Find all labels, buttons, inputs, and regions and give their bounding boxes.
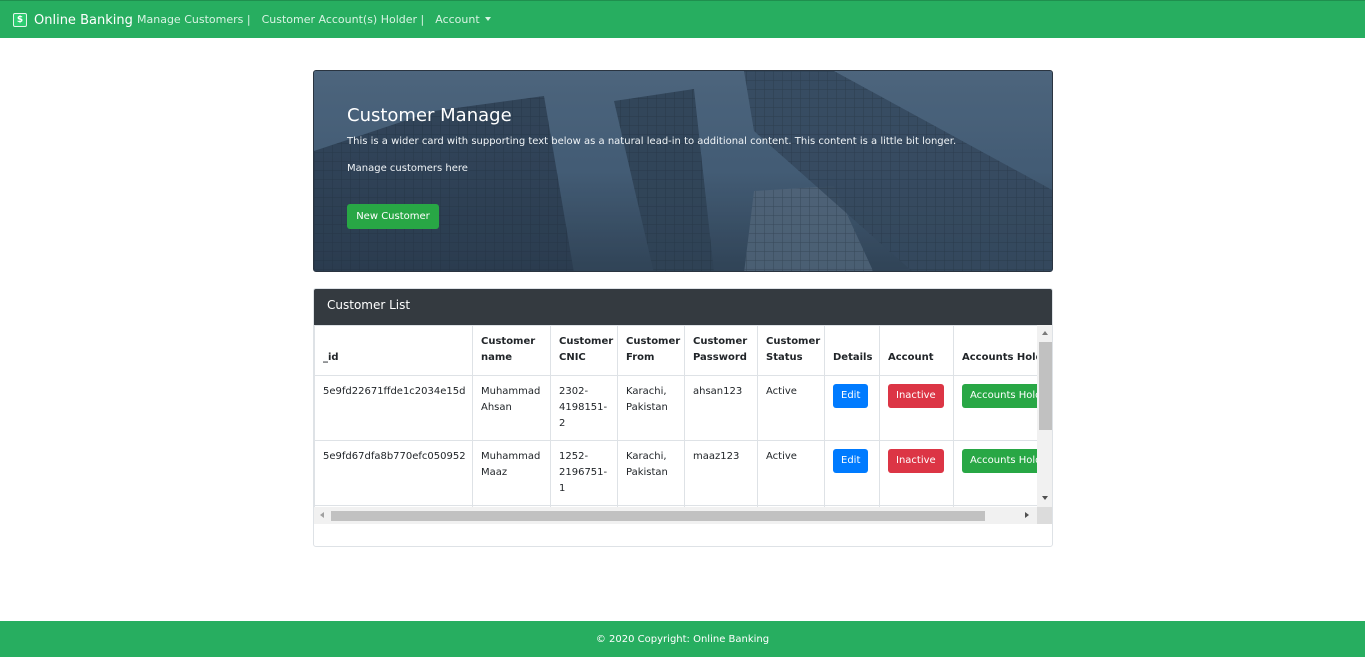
caret-down-icon (484, 17, 491, 21)
cell-holders: Accounts Holders (953, 375, 1037, 441)
inactive-button[interactable]: Inactive (888, 384, 944, 408)
nav-account-dropdown[interactable]: Account (435, 13, 491, 26)
cell-name: Muhammad Ahsan (472, 375, 551, 441)
new-customer-button[interactable]: New Customer (347, 204, 439, 229)
vertical-scroll-thumb[interactable] (1039, 342, 1052, 430)
customer-list-card: Customer List _id Customer name Customer… (313, 288, 1053, 547)
customer-table: _id Customer name Customer CNIC Customer… (314, 325, 1037, 507)
cell-password: ahsan123 (684, 375, 758, 441)
vertical-scrollbar[interactable] (1037, 325, 1052, 507)
edit-button[interactable]: Edit (833, 449, 869, 473)
card-title: Customer Manage (347, 105, 512, 126)
top-navbar: $ Online Banking Manage Customers | Cust… (0, 0, 1365, 38)
cell-name: Muhammad Maaz (472, 440, 551, 506)
cell-from: Karachi, Pakistan (617, 440, 685, 506)
scroll-left-arrow-icon[interactable] (320, 512, 324, 518)
brand-name: Online Banking (34, 12, 133, 28)
col-details: Details (824, 325, 880, 376)
cell-cnic: 2302-4198151-2 (550, 375, 618, 441)
col-account: Account (879, 325, 954, 376)
accounts-holders-button[interactable]: Accounts Holders (962, 449, 1037, 473)
col-accounts-holders: Accounts Holders (953, 325, 1037, 376)
cell-status: Active (757, 440, 825, 506)
cell-status: Active (757, 375, 825, 441)
card-subtext: Manage customers here (347, 163, 468, 174)
nav-links: Manage Customers | Customer Account(s) H… (137, 13, 491, 26)
cell-id: 5e9fd22671ffde1c2034e15d (314, 375, 473, 441)
table-scroll-area[interactable]: _id Customer name Customer CNIC Customer… (314, 325, 1037, 507)
cell-id: 5e9fd67dfa8b770efc050952 (314, 440, 473, 506)
cell-details: Edit (824, 440, 880, 506)
scrollbar-corner (1037, 507, 1052, 524)
nav-customer-account-holder[interactable]: Customer Account(s) Holder | (262, 13, 425, 26)
cell-account: Inactive (879, 375, 954, 441)
cell-details: Edit (824, 375, 880, 441)
nav-manage-customers[interactable]: Manage Customers | (137, 13, 251, 26)
col-customer-password: Customer Password (684, 325, 758, 376)
dollar-icon: $ (13, 13, 27, 27)
scroll-up-arrow-icon[interactable] (1042, 331, 1048, 335)
brand-link[interactable]: $ Online Banking (13, 11, 133, 29)
cell-account: Inactive (879, 440, 954, 506)
cell-from: Karachi, Pakistan (617, 375, 685, 441)
inactive-button[interactable]: Inactive (888, 449, 944, 473)
customer-list-header: Customer List (314, 289, 1052, 325)
table-header-row: _id Customer name Customer CNIC Customer… (314, 325, 1037, 376)
accounts-holders-button[interactable]: Accounts Holders (962, 384, 1037, 408)
col-customer-from: Customer From (617, 325, 685, 376)
col-id: _id (314, 325, 473, 376)
footer-copyright: © 2020 Copyright: Online Banking (595, 633, 770, 645)
cell-password: maaz123 (684, 440, 758, 506)
scroll-down-arrow-icon[interactable] (1042, 496, 1048, 500)
cell-cnic: 1252-2196751-1 (550, 440, 618, 506)
col-customer-name: Customer name (472, 325, 551, 376)
customer-manage-card: Customer Manage This is a wider card wit… (313, 70, 1053, 272)
horizontal-scroll-thumb[interactable] (331, 511, 985, 521)
cell-holders: Accounts Holders (953, 440, 1037, 506)
horizontal-scrollbar[interactable] (314, 507, 1037, 524)
page-footer: © 2020 Copyright: Online Banking (0, 621, 1365, 657)
table-row: 5e9fd67dfa8b770efc050952 Muhammad Maaz 1… (314, 440, 1037, 506)
card-text: This is a wider card with supporting tex… (347, 136, 957, 147)
account-dropdown-label: Account (435, 13, 480, 26)
col-customer-status: Customer Status (757, 325, 825, 376)
edit-button[interactable]: Edit (833, 384, 869, 408)
table-row: 5e9fd22671ffde1c2034e15d Muhammad Ahsan … (314, 375, 1037, 441)
col-customer-cnic: Customer CNIC (550, 325, 618, 376)
scroll-right-arrow-icon[interactable] (1025, 512, 1029, 518)
